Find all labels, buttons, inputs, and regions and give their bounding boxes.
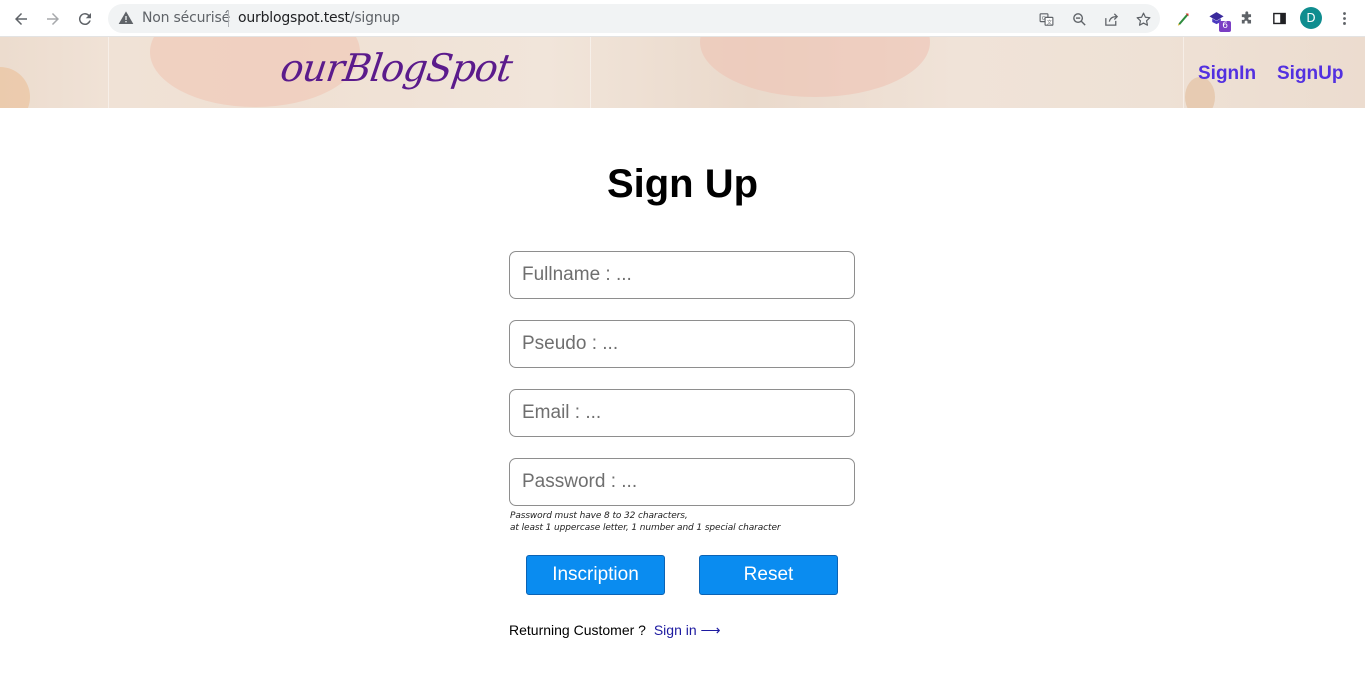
- password-hint-line: at least 1 uppercase letter, 1 number an…: [510, 523, 781, 533]
- svg-text:G: G: [1041, 15, 1045, 21]
- kebab-menu-icon[interactable]: [1333, 7, 1355, 29]
- back-arrow-icon[interactable]: [8, 6, 34, 32]
- nav-signup-link[interactable]: SignUp: [1277, 63, 1344, 85]
- profile-avatar[interactable]: D: [1300, 7, 1322, 29]
- password-hint-line: Password must have 8 to 32 characters,: [510, 511, 688, 521]
- password-hint: Password must have 8 to 32 characters, a…: [510, 510, 781, 534]
- header-tile-divider: [590, 37, 591, 108]
- zoom-icon[interactable]: [1069, 9, 1089, 29]
- share-icon[interactable]: [1101, 9, 1121, 29]
- pseudo-input[interactable]: [509, 320, 855, 368]
- header-background-shape: [700, 37, 930, 97]
- extension-badge-icon[interactable]: 6: [1205, 7, 1231, 32]
- side-panel-icon[interactable]: [1268, 7, 1290, 29]
- svg-text:文: 文: [1046, 18, 1051, 25]
- address-separator: [228, 10, 229, 27]
- page-title: Sign Up: [606, 162, 759, 206]
- extension-badge-count: 6: [1219, 21, 1231, 32]
- header-tile-divider: [108, 37, 109, 108]
- translate-icon[interactable]: G文: [1036, 9, 1056, 29]
- header-tile-divider: [1183, 37, 1184, 108]
- header-background-shape: [0, 67, 30, 108]
- star-icon[interactable]: [1133, 9, 1153, 29]
- security-label[interactable]: Non sécurisé: [142, 10, 230, 26]
- email-input[interactable]: [509, 389, 855, 437]
- url-text[interactable]: ourblogspot.test/signup: [238, 10, 400, 26]
- nav-signin-link[interactable]: SignIn: [1198, 63, 1256, 85]
- url-host: ourblogspot.test: [238, 10, 350, 26]
- password-input[interactable]: [509, 458, 855, 506]
- site-header: [0, 37, 1365, 108]
- returning-customer-line: Returning Customer ? Sign in ⟶: [509, 622, 721, 639]
- extension-icon[interactable]: [1172, 7, 1194, 29]
- reset-button[interactable]: Reset: [699, 555, 838, 595]
- browser-toolbar: Non sécurisé ourblogspot.test/signup G文 …: [0, 0, 1365, 37]
- signin-link[interactable]: Sign in ⟶: [654, 622, 721, 638]
- puzzle-icon[interactable]: [1236, 7, 1258, 29]
- fullname-input[interactable]: [509, 251, 855, 299]
- inscription-button[interactable]: Inscription: [526, 555, 665, 595]
- warning-icon[interactable]: [118, 10, 134, 26]
- url-path: /signup: [349, 10, 400, 26]
- forward-arrow-icon[interactable]: [40, 6, 66, 32]
- returning-customer-text: Returning Customer ?: [509, 622, 646, 638]
- site-logo[interactable]: ourBlogSpot: [278, 46, 514, 90]
- reload-icon[interactable]: [72, 6, 98, 32]
- address-bar[interactable]: Non sécurisé ourblogspot.test/signup G文: [108, 4, 1160, 33]
